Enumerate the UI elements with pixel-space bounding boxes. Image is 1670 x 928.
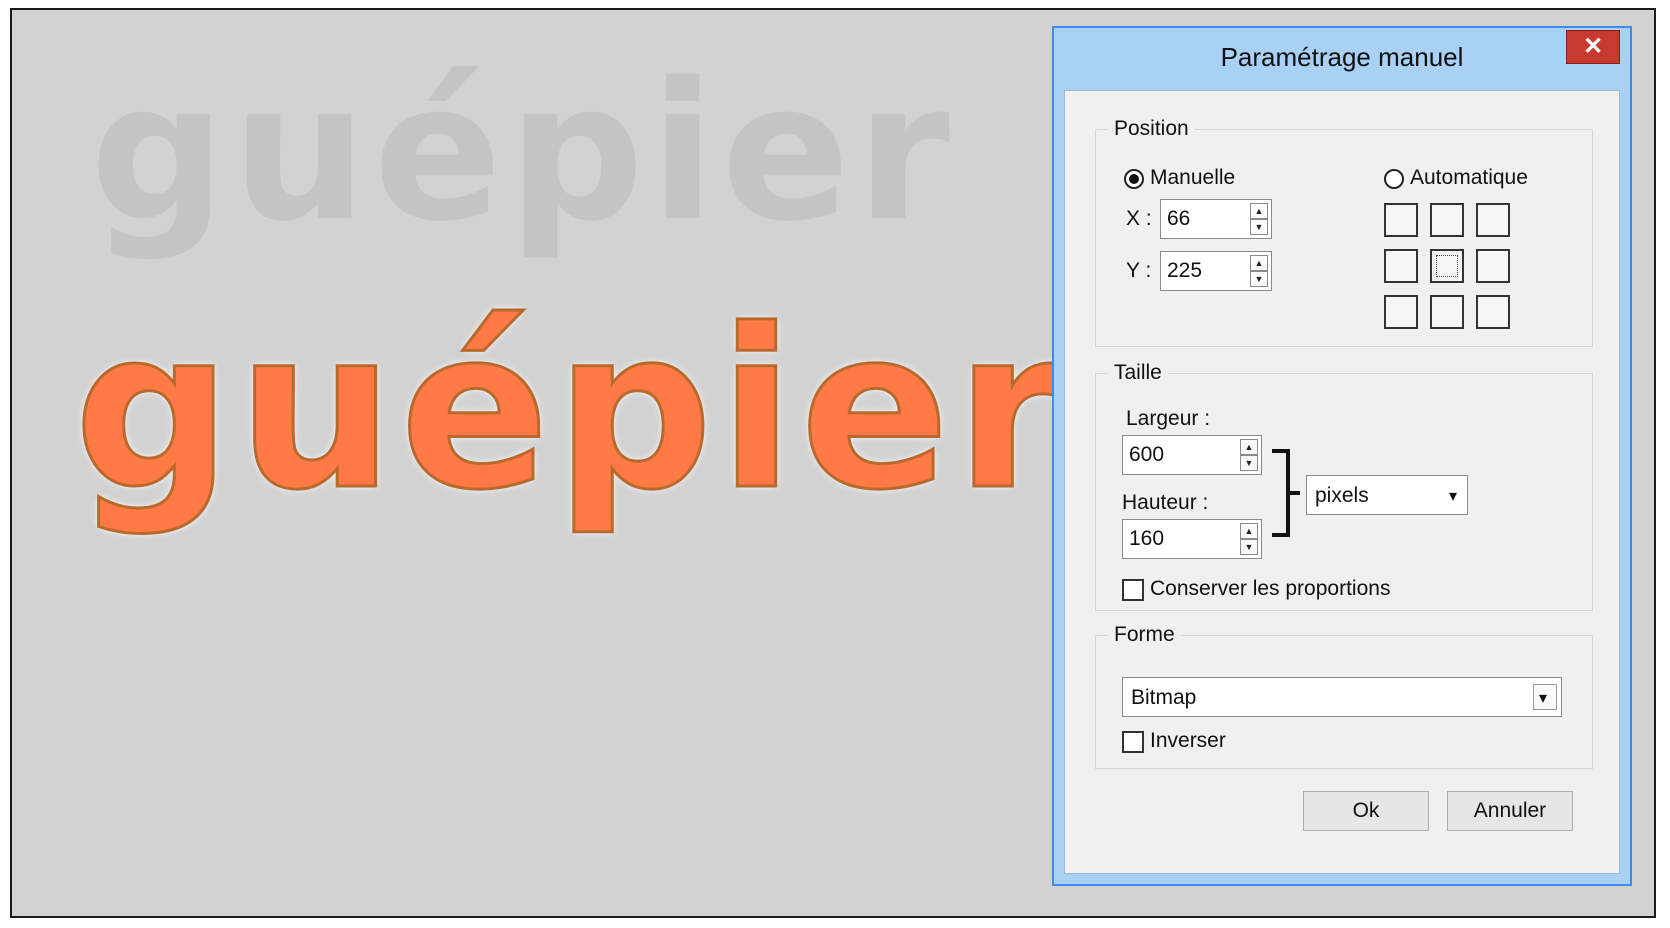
width-input[interactable] bbox=[1123, 436, 1237, 474]
chevron-down-icon: ▾ bbox=[1448, 488, 1457, 505]
position-group: Position Manuelle Automatique X : ▲ ▼ Y … bbox=[1095, 117, 1593, 347]
x-input[interactable] bbox=[1161, 200, 1247, 238]
cancel-button[interactable]: Annuler bbox=[1447, 791, 1573, 831]
y-label: Y : bbox=[1126, 259, 1152, 282]
spin-down-icon[interactable]: ▼ bbox=[1250, 219, 1268, 235]
selected-text-shape[interactable]: guépier bbox=[73, 299, 1070, 522]
spin-up-icon[interactable]: ▲ bbox=[1250, 255, 1268, 271]
dropdown-button[interactable]: ▾ bbox=[1533, 684, 1557, 710]
spin-down-icon[interactable]: ▼ bbox=[1250, 271, 1268, 287]
anchor-top-center[interactable] bbox=[1430, 203, 1464, 237]
automatic-radio-label[interactable]: Automatique bbox=[1410, 166, 1528, 190]
invert-label[interactable]: Inverser bbox=[1150, 729, 1226, 753]
height-spinbox[interactable]: ▲ ▼ bbox=[1122, 519, 1262, 559]
shape-select[interactable]: Bitmap ▾ bbox=[1122, 677, 1562, 717]
ghost-text: guépier bbox=[90, 42, 956, 263]
anchor-bottom-center[interactable] bbox=[1430, 295, 1464, 329]
link-bracket-icon bbox=[1272, 449, 1290, 537]
anchor-middle-right[interactable] bbox=[1476, 249, 1510, 283]
anchor-center[interactable] bbox=[1430, 249, 1464, 283]
link-bracket-tick bbox=[1290, 491, 1300, 495]
shape-group: Forme Bitmap ▾ Inverser bbox=[1095, 623, 1593, 769]
size-legend: Taille bbox=[1114, 361, 1162, 384]
dialog-title: Paramétrage manuel bbox=[1220, 42, 1464, 72]
anchor-bottom-right[interactable] bbox=[1476, 295, 1510, 329]
anchor-top-right[interactable] bbox=[1476, 203, 1510, 237]
height-label: Hauteur : bbox=[1122, 491, 1209, 514]
shape-legend: Forme bbox=[1114, 623, 1175, 646]
dialog-body: Position Manuelle Automatique X : ▲ ▼ Y … bbox=[1064, 90, 1620, 874]
keep-proportions-checkbox[interactable] bbox=[1122, 579, 1144, 601]
spin-down-icon[interactable]: ▼ bbox=[1240, 539, 1258, 555]
unit-select-value: pixels bbox=[1315, 484, 1369, 507]
x-label: X : bbox=[1126, 207, 1152, 230]
anchor-top-left[interactable] bbox=[1384, 203, 1418, 237]
manual-settings-dialog: Paramétrage manuel ✕ Position Manuelle A… bbox=[1052, 26, 1632, 886]
spin-up-icon[interactable]: ▲ bbox=[1250, 203, 1268, 219]
position-legend: Position bbox=[1114, 117, 1189, 140]
width-spinbox[interactable]: ▲ ▼ bbox=[1122, 435, 1262, 475]
y-input[interactable] bbox=[1161, 252, 1247, 290]
y-spinbox[interactable]: ▲ ▼ bbox=[1160, 251, 1272, 291]
width-label: Largeur : bbox=[1126, 407, 1211, 430]
manual-radio-label[interactable]: Manuelle bbox=[1150, 166, 1235, 190]
chevron-down-icon: ▾ bbox=[1539, 690, 1548, 707]
spin-up-icon[interactable]: ▲ bbox=[1240, 523, 1258, 539]
x-spinbox[interactable]: ▲ ▼ bbox=[1160, 199, 1272, 239]
close-button[interactable]: ✕ bbox=[1566, 30, 1620, 64]
keep-proportions-label[interactable]: Conserver les proportions bbox=[1150, 577, 1390, 601]
spin-down-icon[interactable]: ▼ bbox=[1240, 455, 1258, 471]
anchor-middle-left[interactable] bbox=[1384, 249, 1418, 283]
spin-up-icon[interactable]: ▲ bbox=[1240, 439, 1258, 455]
dialog-titlebar[interactable]: Paramétrage manuel ✕ bbox=[1054, 28, 1630, 90]
close-icon: ✕ bbox=[1582, 33, 1604, 60]
ok-button[interactable]: Ok bbox=[1303, 791, 1429, 831]
shape-select-value: Bitmap bbox=[1131, 686, 1197, 709]
automatic-radio[interactable] bbox=[1384, 169, 1404, 189]
manual-radio[interactable] bbox=[1124, 169, 1144, 189]
unit-select[interactable]: pixels ▾ bbox=[1306, 475, 1468, 515]
height-input[interactable] bbox=[1123, 520, 1237, 558]
anchor-bottom-left[interactable] bbox=[1384, 295, 1418, 329]
invert-checkbox[interactable] bbox=[1122, 731, 1144, 753]
size-group: Taille Largeur : ▲ ▼ Hauteur : ▲ ▼ pixel… bbox=[1095, 361, 1593, 611]
